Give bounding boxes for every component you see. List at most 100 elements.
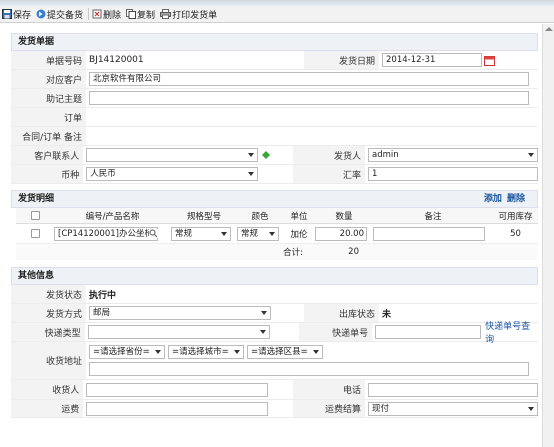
section-detail: 发货明细 添加 删除 (11, 190, 538, 208)
method-value: 邮局 (93, 308, 111, 318)
product-value: [CP14120001]办公坐椅 (58, 228, 153, 239)
district-value: =请选择区县= (251, 347, 308, 357)
row-receiver: 收货人 电话 (11, 380, 538, 400)
qty-value: 20.00 (339, 228, 364, 239)
ship-date-label: 发货日期 (304, 51, 379, 69)
stock-value: 50 (510, 228, 521, 239)
customer-label: 对应客户 (11, 70, 86, 88)
chevron-down-icon (259, 330, 266, 334)
note-input[interactable] (373, 226, 485, 241)
delete-label: 删除 (103, 10, 122, 21)
rate-value: 1 (372, 169, 378, 179)
col-qty: 数量 (335, 211, 353, 222)
copy-button[interactable]: 复制 (126, 8, 155, 21)
express-no-label: 快递单号 (298, 323, 373, 341)
freight-input[interactable] (86, 401, 269, 416)
row-bill-no: 单据号码 BJ14120001 发货日期 2014-12-31 (11, 51, 538, 70)
freight-settle-value: 现付 (372, 403, 390, 414)
submit-icon (36, 9, 46, 19)
section-detail-title: 发货明细 (18, 194, 55, 204)
delete-icon (92, 9, 102, 19)
memo-input[interactable] (89, 91, 529, 105)
copy-icon (126, 9, 137, 19)
city-value: =请选择城市= (172, 347, 229, 357)
chevron-down-icon (528, 153, 534, 157)
currency-select[interactable]: 人民币 (86, 167, 259, 181)
row-memo: 助记主题 (11, 89, 538, 108)
remove-row-link[interactable]: 删除 (507, 194, 525, 204)
row-checkbox[interactable] (30, 229, 40, 238)
customer-value: 北京软件有限公司 (93, 74, 162, 84)
rate-input[interactable]: 1 (368, 167, 538, 181)
delete-button[interactable]: 删除 (92, 8, 121, 21)
chevron-down-icon (261, 311, 267, 315)
chevron-down-icon (528, 406, 534, 411)
printer-icon (160, 9, 172, 19)
row-method: 发货方式 邮局 出库状态 未 (11, 304, 538, 323)
detail-table-header: 编号/产品名称 规格型号 颜色 单位 数量 备注 可用库存 (16, 208, 538, 224)
col-spec: 规格型号 (186, 211, 221, 222)
city-select[interactable]: =请选择城市= (168, 345, 244, 359)
province-value: =请选择省份= (93, 347, 150, 357)
freight-settle-select[interactable]: 现付 (368, 401, 538, 416)
order-label: 订单 (11, 108, 86, 126)
spec-select[interactable]: 常规 (171, 226, 231, 241)
add-contact-icon[interactable] (262, 151, 271, 159)
shipper-select[interactable]: admin (368, 148, 538, 162)
phone-label: 电话 (292, 380, 365, 399)
color-select[interactable]: 常规 (237, 226, 279, 241)
express-no-input[interactable] (375, 325, 482, 339)
ship-date-input[interactable]: 2014-12-31 (382, 53, 482, 67)
col-product: 编号/产品名称 (85, 211, 140, 222)
calendar-icon[interactable] (484, 55, 495, 66)
address-input[interactable] (89, 362, 529, 376)
vertical-scrollbar[interactable] (542, 24, 554, 447)
submit-button[interactable]: 提交备货 (36, 8, 83, 21)
search-icon[interactable] (149, 229, 158, 238)
section-header: 发货单据 (11, 33, 538, 51)
col-unit: 单位 (290, 211, 308, 222)
section-header-title: 发货单据 (18, 37, 55, 47)
print-button[interactable]: 打印发货单 (160, 8, 217, 21)
chevron-down-icon (221, 231, 227, 236)
toolbar: 保存 提交备货 删除 复制 打印发货单 (0, 6, 554, 23)
row-freight: 运费 运费结算 现付 (11, 400, 538, 418)
print-label: 打印发货单 (172, 10, 218, 21)
select-all-checkbox[interactable] (30, 211, 40, 220)
save-button[interactable]: 保存 (2, 8, 31, 21)
total-label: 合计: (283, 248, 303, 258)
section-other: 其他信息 (11, 267, 538, 285)
submit-label: 提交备货 (47, 10, 84, 21)
row-contract: 合同/订单 备注 (11, 127, 538, 146)
qty-input[interactable]: 20.00 (315, 226, 367, 241)
ship-form: 发货单据 单据号码 BJ14120001 发货日期 2014-12-31 对应客… (11, 33, 538, 418)
out-status-value: 未 (382, 309, 392, 320)
row-currency: 币种 人民币 汇率 1 (11, 165, 538, 184)
save-label: 保存 (13, 10, 32, 21)
status-value: 执行中 (89, 290, 117, 301)
row-status: 发货状态 执行中 (11, 285, 538, 304)
chevron-down-icon (248, 153, 255, 157)
method-select[interactable]: 邮局 (89, 306, 271, 320)
row-address: 收货地址 =请选择省份= =请选择城市= =请选择区县= (11, 342, 538, 380)
product-input[interactable]: [CP14120001]办公坐椅 (54, 226, 158, 241)
add-row-link[interactable]: 添加 (484, 194, 502, 204)
shipper-value: admin (372, 150, 399, 160)
total-value: 20 (348, 247, 359, 257)
contact-label: 客户联系人 (11, 146, 84, 164)
copy-label: 复制 (137, 10, 156, 21)
scroll-up-icon[interactable] (545, 27, 553, 31)
col-note: 备注 (424, 211, 442, 222)
total-row: 合计: 20 (16, 244, 538, 260)
phone-input[interactable] (368, 382, 538, 397)
spec-value: 常规 (175, 228, 193, 239)
customer-input[interactable]: 北京软件有限公司 (89, 72, 529, 86)
row-customer: 对应客户 北京软件有限公司 (11, 70, 538, 89)
receiver-input[interactable] (86, 382, 269, 397)
district-select[interactable]: =请选择区县= (247, 345, 323, 359)
contract-label: 合同/订单 备注 (11, 127, 86, 145)
contact-select[interactable] (86, 148, 259, 162)
express-type-select[interactable] (87, 325, 270, 339)
province-select[interactable]: =请选择省份= (89, 345, 165, 359)
currency-value: 人民币 (90, 169, 116, 179)
